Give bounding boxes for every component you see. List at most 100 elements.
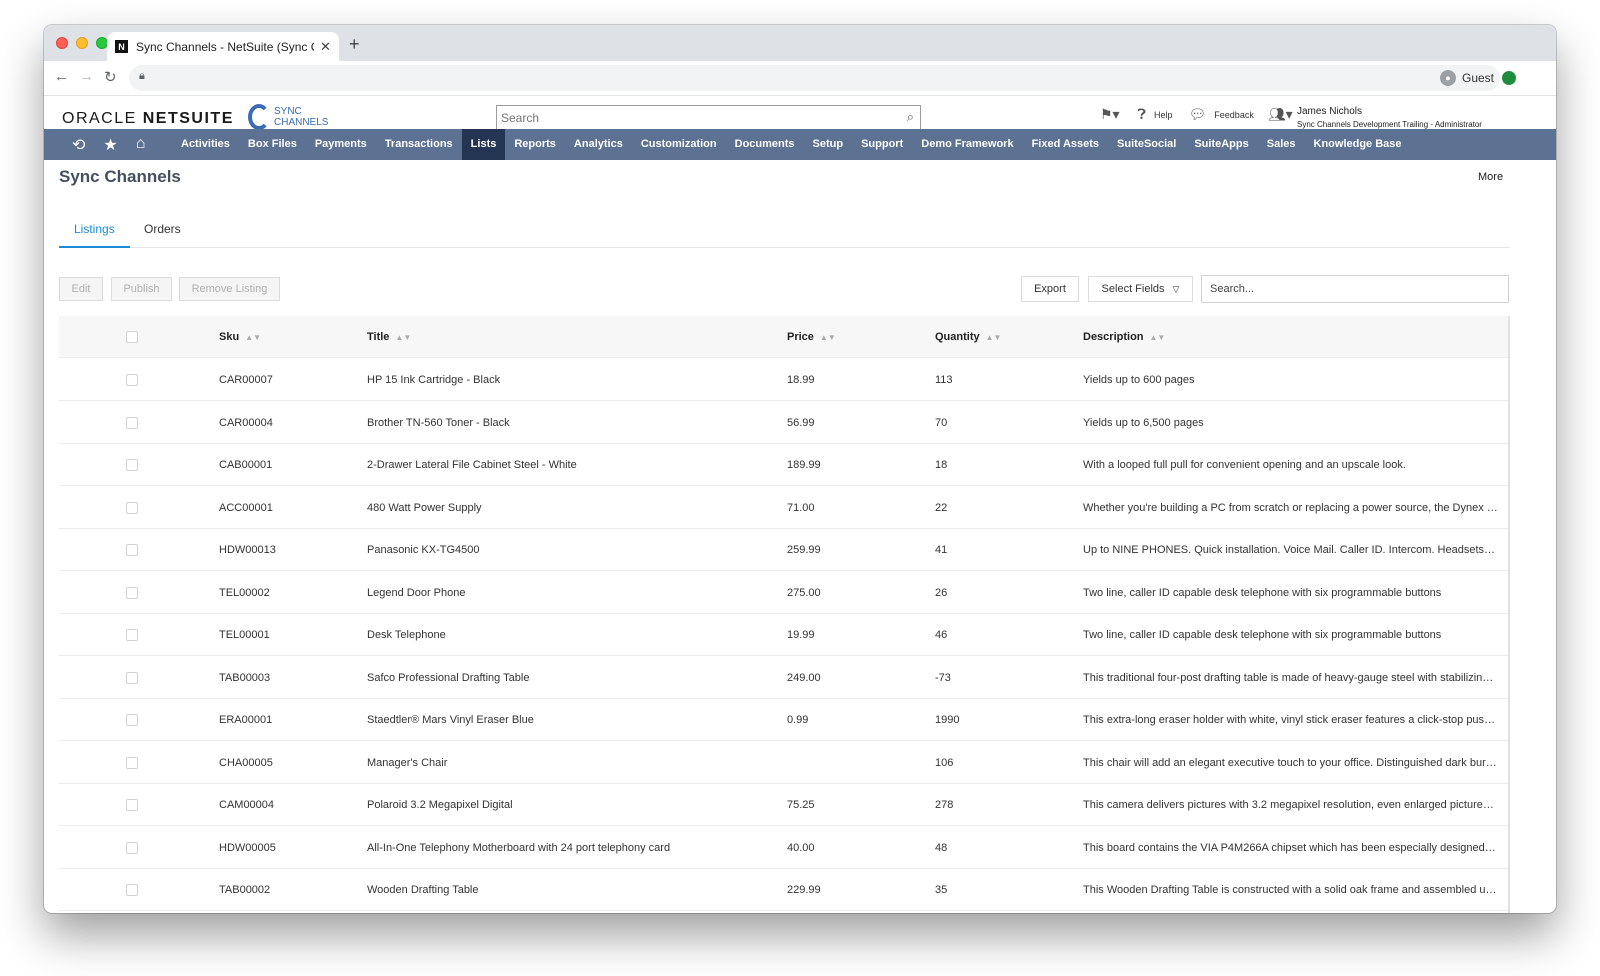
table-row[interactable]: HDW00013 Panasonic KX-TG4500 259.99 41 Up to… xyxy=(59,529,1508,571)
row-checkbox[interactable] xyxy=(126,756,138,769)
cell-description: Two line, caller ID capable desk telepho… xyxy=(1083,629,1442,641)
table-row[interactable]: CAM00004 Polaroid 3.2 Megapixel Digital 75… xyxy=(59,784,1508,826)
main-navigation: ⟲ ★ ⌂ Activities Box Files Payments Tran… xyxy=(44,129,1556,160)
netsuite-favicon-icon: N xyxy=(115,40,128,53)
cell-title: Brother TN-560 Toner - Black xyxy=(367,416,510,429)
sync-channels-mark-icon xyxy=(248,104,270,130)
row-checkbox[interactable] xyxy=(126,884,138,896)
menu-support[interactable]: Support xyxy=(852,129,912,160)
remove-listing-button[interactable]: Remove Listing xyxy=(179,277,280,301)
table-row[interactable]: TAB00002 Wooden Drafting Table 229.99 35 Thi… xyxy=(59,869,1508,911)
forward-arrow-icon[interactable]: → xyxy=(79,68,94,85)
menu-suiteapps[interactable]: SuiteApps xyxy=(1185,129,1257,160)
recent-history-icon[interactable]: ⟲ xyxy=(72,135,85,155)
column-header-description[interactable]: Description ▲▼ xyxy=(1083,316,1498,358)
menu-knowledge-base[interactable]: Knowledge Base xyxy=(1305,129,1411,160)
menu-analytics[interactable]: Analytics xyxy=(565,129,632,160)
row-checkbox[interactable] xyxy=(126,544,138,556)
cell-title: Desk Telephone xyxy=(367,629,446,641)
menu-customization[interactable]: Customization xyxy=(632,129,726,160)
row-checkbox[interactable] xyxy=(126,586,138,599)
cell-description: Whether you're building a PC from scratc… xyxy=(1083,501,1498,514)
row-checkbox[interactable] xyxy=(126,629,138,641)
column-header-title[interactable]: Title ▲▼ xyxy=(367,316,767,358)
cell-price: 275.00 xyxy=(787,586,821,599)
row-checkbox[interactable] xyxy=(126,799,138,811)
tab-orders[interactable]: Orders xyxy=(144,222,181,236)
page-title: Sync Channels xyxy=(59,167,181,186)
home-icon[interactable]: ⌂ xyxy=(136,135,146,155)
page-tabs: Listings Orders xyxy=(59,214,1510,248)
recent-records-icon[interactable]: ⚑▾ xyxy=(1100,106,1120,123)
table-row[interactable]: CAR00007 HP 15 Ink Cartridge - Black 18.99… xyxy=(59,359,1508,401)
favorites-star-icon[interactable]: ★ xyxy=(103,135,117,155)
role-switcher-icon[interactable]: 👥︎▾ xyxy=(1268,106,1293,123)
table-row[interactable]: CAR00004 Brother TN-560 Toner - Black 56.9… xyxy=(59,402,1508,444)
back-arrow-icon[interactable]: ← xyxy=(54,68,69,85)
browser-tab[interactable]: N Sync Channels - NetSuite (Sync Channel… xyxy=(107,32,339,61)
close-window-button[interactable] xyxy=(56,37,68,49)
cell-quantity: 70 xyxy=(935,416,948,429)
menu-activities[interactable]: Activities xyxy=(172,129,239,160)
row-checkbox[interactable] xyxy=(126,459,138,471)
oracle-netsuite-logo[interactable]: ORACLE NETSUITE xyxy=(62,110,234,128)
cell-quantity: 46 xyxy=(935,629,948,641)
row-checkbox[interactable] xyxy=(126,714,138,726)
new-tab-button[interactable]: + xyxy=(349,34,360,55)
table-row[interactable]: HDW00005 All-In-One Telephony Motherboard… xyxy=(59,827,1508,869)
column-header-quantity[interactable]: Quantity ▲▼ xyxy=(935,316,1065,358)
table-row[interactable]: TEL00001 Desk Telephone 19.99 46 Two line, c… xyxy=(59,614,1508,656)
feedback-link[interactable]: Feedback xyxy=(1214,110,1254,120)
feedback-icon[interactable]: 💬︎ xyxy=(1189,106,1207,123)
table-row[interactable]: CAB00001 2-Drawer Lateral File Cabinet St… xyxy=(59,444,1508,486)
table-row[interactable]: CHA00005 Manager's Chair 106 This chair wil… xyxy=(59,742,1508,784)
menu-reports[interactable]: Reports xyxy=(505,129,565,160)
publish-button[interactable]: Publish xyxy=(111,277,172,301)
menu-setup[interactable]: Setup xyxy=(804,129,853,160)
row-checkbox[interactable] xyxy=(126,841,138,854)
table-row[interactable]: TAB00003 Safco Professional Drafting Tabl… xyxy=(59,657,1508,699)
row-checkbox[interactable] xyxy=(126,374,138,386)
address-bar[interactable]: 🔒︎ xyxy=(129,65,1500,91)
menu-demo-framework[interactable]: Demo Framework xyxy=(912,129,1022,160)
menu-lists[interactable]: Lists xyxy=(461,129,506,160)
sync-channels-logo[interactable]: SYNC CHANNELS xyxy=(248,104,328,130)
column-header-sku[interactable]: Sku ▲▼ xyxy=(219,316,349,358)
edit-button[interactable]: Edit xyxy=(59,277,103,301)
table-row[interactable]: TEL00002 Legend Door Phone 275.00 26 Two lin… xyxy=(59,572,1508,614)
select-fields-dropdown[interactable]: Select Fields ▽ xyxy=(1088,276,1193,302)
reload-icon[interactable]: ↻ xyxy=(104,68,117,86)
tab-listings[interactable]: Listings xyxy=(59,222,130,248)
table-row[interactable]: ERA00001 Staedtler® Mars Vinyl Eraser Blu… xyxy=(59,699,1508,741)
column-header-price[interactable]: Price ▲▼ xyxy=(787,316,917,358)
select-all-checkbox[interactable] xyxy=(126,331,138,343)
menu-payments[interactable]: Payments xyxy=(306,129,376,160)
minimize-window-button[interactable] xyxy=(76,37,88,49)
search-icon[interactable]: ⌕ xyxy=(907,109,914,125)
user-menu[interactable]: James Nichols Sync Channels Development … xyxy=(1297,106,1482,129)
menu-box-files[interactable]: Box Files xyxy=(239,129,306,160)
row-checkbox[interactable] xyxy=(126,416,138,429)
row-checkbox[interactable] xyxy=(126,501,138,514)
help-link[interactable]: Help xyxy=(1154,110,1173,120)
cell-title: All-In-One Telephony Motherboard with 24… xyxy=(367,841,671,854)
menu-sales[interactable]: Sales xyxy=(1258,129,1305,160)
cell-price: 0.99 xyxy=(787,714,809,726)
help-icon[interactable]: ❓︎ xyxy=(1138,106,1146,123)
table-search-input[interactable] xyxy=(1202,276,1508,302)
table-row[interactable]: ACC00001 480 Watt Power Supply 71.00 22 Whet… xyxy=(59,487,1508,529)
netsuite-wordmark: NETSUITE xyxy=(142,110,234,127)
menu-suitesocial[interactable]: SuiteSocial xyxy=(1108,129,1185,160)
profile-button[interactable]: ● Guest xyxy=(1434,65,1498,91)
global-search-input[interactable] xyxy=(497,106,887,129)
user-name: James Nichols xyxy=(1297,106,1363,117)
menu-transactions[interactable]: Transactions xyxy=(376,129,462,160)
more-link[interactable]: More xyxy=(1478,171,1503,183)
row-checkbox[interactable] xyxy=(126,671,138,684)
extension-icon[interactable] xyxy=(1502,71,1516,85)
listings-table: Sku ▲▼ Title ▲▼ Price ▲▼ Quantity ▲▼ Descrip… xyxy=(59,316,1510,913)
menu-fixed-assets[interactable]: Fixed Assets xyxy=(1023,129,1108,160)
menu-documents[interactable]: Documents xyxy=(726,129,804,160)
close-tab-icon[interactable]: ✕ xyxy=(320,39,331,55)
export-button[interactable]: Export xyxy=(1021,276,1079,302)
